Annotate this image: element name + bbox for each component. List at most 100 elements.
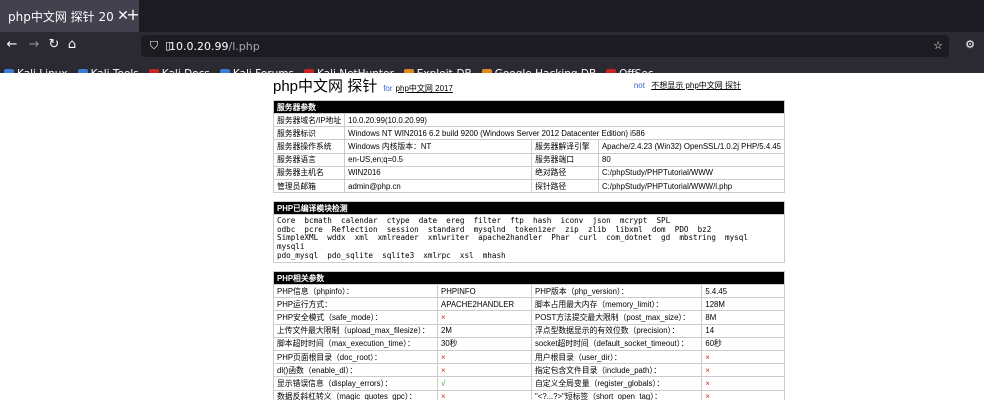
- not-label: not: [633, 81, 645, 90]
- param-value: 2M: [437, 323, 532, 338]
- param-value: ×: [701, 376, 785, 391]
- table-row: 服务器主机名 WIN2016 绝对路径 C:/phpStudy/PHPTutorial…: [272, 165, 786, 180]
- param-value: 128M: [701, 297, 785, 312]
- param-label: 数据反斜杠转义（magic_quotes_gpc）：: [273, 389, 438, 400]
- server-params-title: 服务器参数: [273, 100, 785, 114]
- table-row: PHP页面根目录（doc_root）： × 用户根目录（user_dir）： ×: [273, 350, 785, 365]
- url-path: /l.php: [228, 39, 260, 53]
- table-row: dl()函数（enable_dl）： × 指定包含文件目录（include_path…: [273, 363, 785, 378]
- url-host: 10.0.20.99: [169, 39, 229, 53]
- param-value: 10.0.20.99(10.0.20.99): [344, 112, 785, 128]
- browser-window: php中文网 探针 2014 ✕ + ← → ↻ ⌂ ⛉ ▯ 10.0.20.9…: [0, 0, 984, 400]
- param-label: 服务器语言: [272, 152, 346, 167]
- modules-table: PHP已编译模块检测 Core bcmath calendar ctype da…: [273, 201, 785, 264]
- param-value: ×: [701, 363, 785, 378]
- param-value: en-US,en;q=0.5: [344, 152, 533, 167]
- param-label: PHP信息（phpinfo）：: [273, 284, 438, 299]
- param-label: 管理员邮箱: [272, 178, 346, 194]
- param-label: 脚本超时时间（max_execution_time）：: [273, 336, 438, 352]
- server-params-table: 服务器参数 服务器域名/IP地址 10.0.20.99(10.0.20.99) 服务器…: [272, 100, 786, 194]
- param-label: 绝对路径: [531, 165, 599, 180]
- param-label: dl()函数（enable_dl）：: [273, 363, 438, 378]
- param-label: PHP运行方式：: [273, 297, 438, 312]
- param-value: Apache/2.4.23 (Win32) OpenSSL/1.0.2j PHP…: [597, 139, 786, 154]
- param-label: 服务器标识: [272, 126, 346, 141]
- extensions-icon[interactable]: ⚙: [962, 37, 978, 53]
- back-icon[interactable]: ←: [4, 37, 20, 53]
- page-icon[interactable]: ▯: [161, 39, 175, 53]
- param-label: 用户根目录（user_dir）：: [530, 350, 703, 365]
- param-value: 80: [597, 152, 786, 167]
- modules-title: PHP已编译模块检测: [273, 201, 785, 216]
- param-value: ×: [437, 350, 532, 365]
- php-cn-link[interactable]: php中文网 2017: [396, 83, 453, 94]
- param-value: 60秒: [701, 336, 785, 352]
- param-value: ×: [437, 310, 532, 325]
- php-params-table: PHP相关参数 PHP信息（phpinfo）： PHPINFO PHP版本（php_v…: [273, 271, 785, 400]
- url-text[interactable]: 10.0.20.99/l.php: [169, 40, 260, 53]
- table-row: 管理员邮箱 admin@php.cn 探针路径 C:/phpStudy/PHPTuto…: [272, 178, 786, 194]
- param-label: 显示错误信息（display_errors）：: [273, 376, 438, 391]
- param-label: 服务器操作系统: [272, 139, 346, 154]
- page-header: php中文网 探针 for php中文网 2017 not 不想显示 php中文…: [273, 73, 785, 98]
- param-label: socket超时时间（default_socket_timeout）：: [530, 336, 703, 352]
- table-row: PHP运行方式： APACHE2HANDLER 脚本占用最大内存（memory_li…: [273, 297, 785, 312]
- reload-icon[interactable]: ↻: [46, 37, 62, 53]
- param-value: APACHE2HANDLER: [437, 297, 532, 312]
- param-value: ×: [701, 350, 785, 365]
- param-label: "<?...?>"短标签（short_open_tag）：: [530, 389, 703, 400]
- param-value: 5.4.45: [701, 284, 785, 299]
- param-label: 服务器端口: [531, 152, 599, 167]
- param-value: ×: [701, 389, 785, 400]
- param-label: 服务器域名/IP地址: [272, 112, 346, 128]
- param-value: WIN2016: [344, 165, 533, 180]
- table-row: 脚本超时时间（max_execution_time）： 30秒 socket超时时间…: [273, 336, 785, 352]
- page-content: php中文网 探针 for php中文网 2017 not 不想显示 php中文…: [0, 73, 984, 400]
- param-value: 14: [701, 323, 785, 338]
- param-value: C:/phpStudy/PHPTutorial/WWW: [597, 165, 786, 180]
- param-label: POST方法提交最大限制（post_max_size）：: [530, 310, 703, 325]
- new-tab-icon[interactable]: +: [124, 6, 142, 24]
- table-row: 服务器操作系统 Windows 内核版本：NT 服务器解译引擎 Apache/2.4.…: [272, 139, 786, 154]
- table-row: 显示错误信息（display_errors）： √ 自定义全局变量（register…: [273, 376, 785, 391]
- tab-title: php中文网 探针 2014: [8, 9, 113, 24]
- param-value: ×: [437, 363, 532, 378]
- table-row: PHP安全模式（safe_mode）： × POST方法提交最大限制（post_ma…: [273, 310, 785, 325]
- table-row: 数据反斜杠转义（magic_quotes_gpc）： × "<?...?>"短标签（…: [273, 389, 785, 400]
- param-value: Windows NT WIN2016 6.2 build 9200 (Windo…: [344, 126, 785, 141]
- page-title: php中文网 探针: [273, 78, 378, 95]
- param-label: 服务器主机名: [272, 165, 346, 180]
- param-value: PHPINFO: [437, 284, 532, 299]
- table-row: 服务器域名/IP地址 10.0.20.99(10.0.20.99): [272, 112, 785, 128]
- url-bar[interactable]: ⛉ ▯ 10.0.20.99/l.php ☆: [141, 35, 949, 57]
- param-label: 探针路径: [531, 178, 599, 194]
- table-row: PHP信息（phpinfo）： PHPINFO PHP版本（php_version）…: [273, 284, 785, 299]
- nav-bar: ← → ↻ ⌂ ⛉ ▯ 10.0.20.99/l.php ☆ ⚙: [0, 32, 984, 64]
- param-label: PHP页面根目录（doc_root）：: [273, 350, 438, 365]
- param-value: Windows 内核版本：NT: [344, 139, 533, 154]
- hide-probe-link[interactable]: 不想显示 php中文网 探针: [651, 81, 741, 90]
- param-value: C:/phpStudy/PHPTutorial/WWW/l.php: [597, 178, 786, 194]
- star-icon[interactable]: ☆: [931, 39, 945, 53]
- modules-list: Core bcmath calendar ctype date ereg fil…: [273, 214, 785, 264]
- param-value: 8M: [701, 310, 785, 325]
- param-value: ×: [437, 389, 532, 400]
- param-value: admin@php.cn: [344, 178, 533, 194]
- table-row: 上传文件最大限制（upload_max_filesize）： 2M 浮点型数据显示的…: [273, 323, 785, 338]
- tab-active[interactable]: php中文网 探针 2014 ✕: [0, 0, 139, 32]
- table-row: 服务器语言 en-US,en;q=0.5 服务器端口 80: [272, 152, 786, 167]
- hide-probe: not 不想显示 php中文网 探针: [634, 80, 741, 91]
- param-label: PHP安全模式（safe_mode）：: [273, 310, 438, 325]
- param-value: 30秒: [437, 336, 532, 352]
- shield-icon[interactable]: ⛉: [147, 39, 161, 53]
- param-label: PHP版本（php_version）：: [530, 284, 703, 299]
- param-label: 脚本占用最大内存（memory_limit）：: [530, 297, 703, 312]
- forward-icon[interactable]: →: [26, 37, 42, 53]
- table-row: 服务器标识 Windows NT WIN2016 6.2 build 9200 (…: [272, 126, 785, 141]
- param-value: √: [437, 376, 532, 391]
- param-label: 上传文件最大限制（upload_max_filesize）：: [273, 323, 438, 338]
- param-label: 浮点型数据显示的有效位数（precision）：: [530, 323, 703, 338]
- home-icon[interactable]: ⌂: [64, 37, 80, 53]
- tab-bar: php中文网 探针 2014 ✕ +: [0, 0, 984, 32]
- param-label: 指定包含文件目录（include_path）：: [530, 363, 703, 378]
